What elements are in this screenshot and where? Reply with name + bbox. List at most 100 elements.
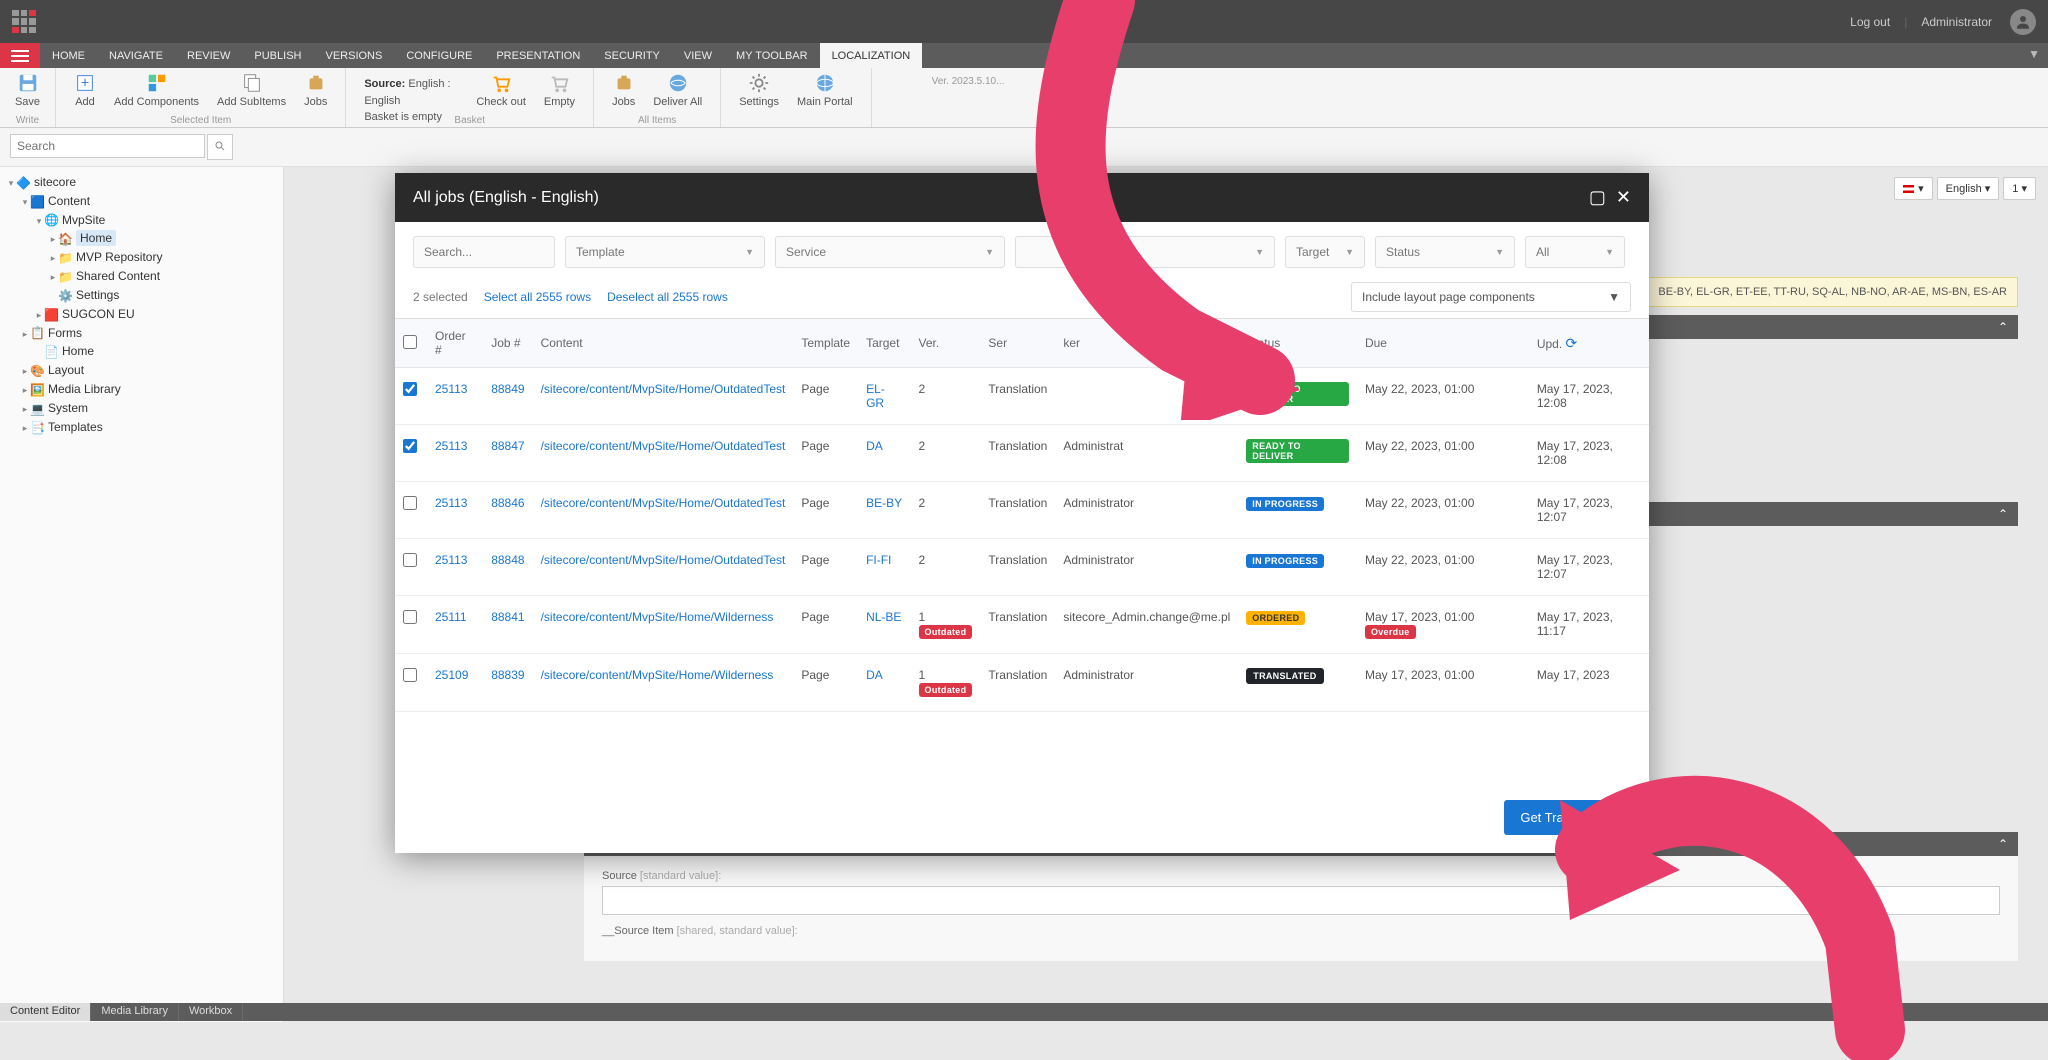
col-content[interactable]: Content [533,319,794,368]
col-job[interactable]: Job # [483,319,532,368]
row-checkbox[interactable] [403,439,417,453]
ribbon-tab-view[interactable]: VIEW [672,43,724,68]
content-link[interactable]: /sitecore/content/MvpSite/Home/OutdatedT… [541,439,786,453]
content-link[interactable]: /sitecore/content/MvpSite/Home/Wildernes… [541,668,774,682]
ribbon-tab-navigate[interactable]: NAVIGATE [97,43,175,68]
target-link[interactable]: EL-GR [866,382,885,410]
order-link[interactable]: 25113 [435,496,467,510]
row-checkbox[interactable] [403,610,417,624]
table-row[interactable]: 25113 88849/sitecore/content/MvpSite/Home… [395,368,1649,425]
save-button[interactable]: Save [7,70,48,110]
ribbon-tab-versions[interactable]: VERSIONS [313,43,394,68]
close-icon[interactable]: ✕ [1616,187,1631,208]
empty-button[interactable]: Empty [536,70,583,110]
get-translations-button[interactable]: Get Translations [1504,800,1631,835]
ribbon-tab-configure[interactable]: CONFIGURE [394,43,484,68]
row-checkbox[interactable] [403,553,417,567]
col-status[interactable]: Status [1238,319,1357,368]
table-row[interactable]: 2511188841/sitecore/content/MvpSite/Home… [395,596,1649,654]
target-link[interactable]: NL-BE [866,610,901,624]
user-link[interactable]: Administrator [1921,15,1992,29]
tree-mvprepo[interactable]: MVP Repository [76,250,162,264]
order-link[interactable]: 25109 [435,668,468,682]
content-link[interactable]: /sitecore/content/MvpSite/Home/OutdatedT… [541,553,786,567]
job-link[interactable]: 88841 [491,610,524,624]
job-link[interactable]: 88849 [491,382,524,396]
row-checkbox[interactable] [403,382,417,396]
tab-content-editor[interactable]: Content Editor [0,1003,91,1021]
tree-home2[interactable]: Home [62,344,94,358]
col-target[interactable]: Target [858,319,910,368]
search-button[interactable] [207,134,233,160]
job-link[interactable]: 88846 [491,496,524,510]
tree-content[interactable]: Content [48,194,90,208]
row-checkbox[interactable] [403,496,417,510]
flag-picker[interactable]: ▾ [1894,177,1933,200]
col-broker[interactable]: ker [1055,319,1238,368]
table-row[interactable]: 25113 88847/sitecore/content/MvpSite/Home… [395,425,1649,482]
select-all-link[interactable]: Select all 2555 rows [484,290,591,304]
refresh-icon[interactable]: ⟳ [1566,335,1578,351]
version-picker[interactable]: 1 ▾ [2003,177,2036,200]
hamburger-button[interactable] [0,43,40,68]
select-all-checkbox[interactable] [403,335,417,349]
tab-workbox[interactable]: Workbox [179,1003,243,1021]
col-service[interactable]: Ser [980,319,1055,368]
jobs-all-button[interactable]: Jobs [604,70,643,110]
ribbon-tab-review[interactable]: REVIEW [175,43,242,68]
filter-unknown[interactable]: ▼ [1015,236,1275,268]
tab-media-library[interactable]: Media Library [91,1003,179,1021]
source-field-input[interactable] [602,886,2000,915]
filter-service[interactable]: Service▼ [775,236,1005,268]
ribbon-tab-home[interactable]: HOME [40,43,97,68]
order-link[interactable]: 25113 [435,439,467,453]
jobs-button[interactable]: Jobs [296,70,335,110]
col-order[interactable]: Order # [427,319,483,368]
maximize-icon[interactable]: ▢ [1589,187,1606,208]
target-link[interactable]: FI-FI [866,553,891,567]
tree-shared[interactable]: Shared Content [76,269,160,283]
content-link[interactable]: /sitecore/content/MvpSite/Home/Wildernes… [541,610,774,624]
col-upd[interactable]: Upd. ⟳ [1529,319,1649,368]
table-row[interactable]: 25109 88839/sitecore/content/MvpSite/Home… [395,654,1649,712]
add-button[interactable]: +Add [66,70,104,110]
tree-system[interactable]: System [48,401,88,415]
order-link[interactable]: 25113 [435,382,467,396]
tree-sugcon[interactable]: SUGCON EU [62,307,135,321]
language-picker[interactable]: English ▾ [1937,177,2000,200]
filter-template[interactable]: Template▼ [565,236,765,268]
job-link[interactable]: 88847 [491,439,524,453]
col-due[interactable]: Due [1357,319,1529,368]
deliver-all-button[interactable]: Deliver All [645,70,710,110]
modal-search-input[interactable] [413,236,555,268]
tree-media[interactable]: Media Library [48,382,121,396]
ribbon-tab-presentation[interactable]: PRESENTATION [484,43,592,68]
search-input[interactable] [10,134,205,158]
checkout-button[interactable]: Check out [468,70,534,110]
content-link[interactable]: /sitecore/content/MvpSite/Home/OutdatedT… [541,382,786,396]
table-row[interactable]: 25113 88846/sitecore/content/MvpSite/Home… [395,482,1649,539]
app-logo[interactable] [12,10,36,34]
filter-target[interactable]: Target▼ [1285,236,1365,268]
ribbon-tab-my-toolbar[interactable]: MY TOOLBAR [724,43,820,68]
content-tree[interactable]: ▾🔷sitecore ▾🟦Content ▾🌐MvpSite ▸🏠Home ▸📁… [0,167,284,1022]
tree-mvpsite[interactable]: MvpSite [62,213,105,227]
ribbon-tab-security[interactable]: SECURITY [592,43,672,68]
target-link[interactable]: DA [866,439,883,453]
col-template[interactable]: Template [793,319,858,368]
ribbon-tab-publish[interactable]: PUBLISH [242,43,313,68]
filter-status[interactable]: Status▼ [1375,236,1515,268]
job-link[interactable]: 88839 [491,668,524,682]
job-link[interactable]: 88848 [491,553,524,567]
content-link[interactable]: /sitecore/content/MvpSite/Home/OutdatedT… [541,496,786,510]
add-subitems-button[interactable]: Add SubItems [209,70,294,110]
settings-button[interactable]: Settings [731,70,787,110]
tree-layout[interactable]: Layout [48,363,84,377]
filter-all[interactable]: All▼ [1525,236,1625,268]
row-checkbox[interactable] [403,668,417,682]
main-portal-button[interactable]: Main Portal [789,70,861,110]
tree-sitecore[interactable]: sitecore [34,175,76,189]
table-row[interactable]: 2511388848/sitecore/content/MvpSite/Home… [395,539,1649,596]
tree-templates[interactable]: Templates [48,420,103,434]
tree-forms[interactable]: Forms [48,326,82,340]
